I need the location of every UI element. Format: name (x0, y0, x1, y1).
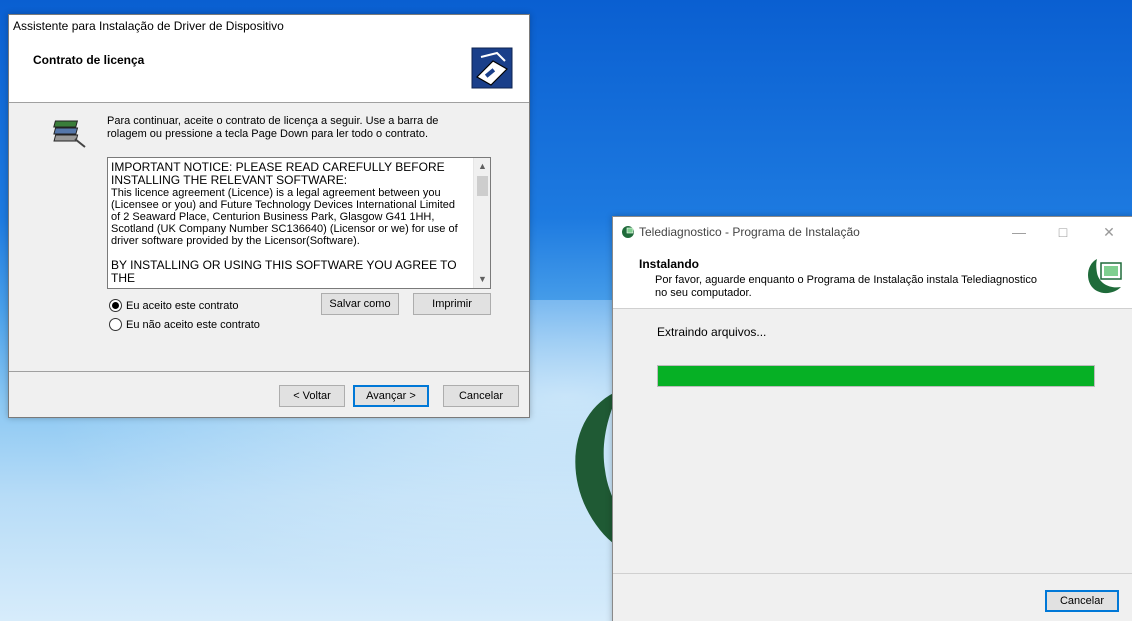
minimize-icon[interactable]: — (999, 221, 1039, 243)
app-logo-icon (622, 226, 634, 238)
license-textbox[interactable]: IMPORTANT NOTICE: PLEASE READ CAREFULLY … (107, 157, 491, 289)
next-button[interactable]: Avançar > (353, 385, 429, 407)
radio-decline-label: Eu não aceito este contrato (126, 318, 260, 331)
scroll-down-icon[interactable]: ▼ (474, 271, 490, 288)
save-as-button[interactable]: Salvar como (321, 293, 399, 315)
intro-line: rolagem ou pressione a tecla Page Down p… (107, 128, 429, 140)
page-title: Contrato de licença (33, 53, 145, 67)
scroll-up-icon[interactable]: ▲ (474, 158, 490, 175)
back-button[interactable]: < Voltar (279, 385, 345, 407)
radio-accept-label: Eu aceito este contrato (126, 299, 239, 312)
status-text: Extraindo arquivos... (657, 325, 767, 339)
license-line: INSTALLING THE RELEVANT SOFTWARE: (111, 173, 348, 187)
radio-decline-indicator[interactable] (109, 318, 122, 331)
license-line: This licence agreement (Licence) is a le… (111, 187, 441, 199)
radio-accept[interactable]: Eu aceito este contrato (109, 299, 239, 312)
license-line: Scotland (UK Company Number SC136640) (L… (111, 223, 458, 235)
print-button[interactable]: Imprimir (413, 293, 491, 315)
wizard-footer: < Voltar Avançar > Cancelar (9, 371, 529, 417)
license-scrollbar[interactable]: ▲ ▼ (473, 158, 490, 288)
wizard-body: Para continuar, aceite o contrato de lic… (9, 103, 529, 371)
header-subtitle-line: Por favor, aguarde enquanto o Programa d… (655, 274, 1037, 286)
radio-decline[interactable]: Eu não aceito este contrato (109, 318, 260, 331)
scroll-thumb[interactable] (477, 176, 488, 196)
setup-header: Instalando Por favor, aguarde enquanto o… (613, 247, 1132, 309)
telediagnostico-logo-icon (1088, 259, 1122, 294)
progress-bar (657, 365, 1095, 387)
license-line: BY INSTALLING OR USING THIS SOFTWARE YOU… (111, 258, 457, 285)
intro-text: Para continuar, aceite o contrato de lic… (107, 115, 467, 141)
license-line: (Licensee or you) and Future Technology … (111, 199, 456, 211)
setup-footer-divider (613, 573, 1132, 574)
maximize-icon[interactable]: □ (1043, 221, 1083, 243)
header-subtitle: Por favor, aguarde enquanto o Programa d… (655, 274, 1075, 300)
cancel-button[interactable]: Cancelar (443, 385, 519, 407)
window-title-bar[interactable]: Telediagnostico - Programa de Instalação… (613, 217, 1132, 247)
license-line: driver software provided by the Licensor… (111, 235, 360, 247)
intro-line: Para continuar, aceite o contrato de lic… (107, 115, 439, 127)
window-title-bar[interactable]: Assistente para Instalação de Driver de … (9, 15, 529, 39)
driver-wizard-window: Assistente para Instalação de Driver de … (8, 14, 530, 418)
installer-icon (471, 47, 513, 89)
window-title: Telediagnostico - Programa de Instalação (639, 225, 860, 239)
cancel-button[interactable]: Cancelar (1045, 590, 1119, 612)
page-title: Instalando (639, 257, 700, 271)
license-text: IMPORTANT NOTICE: PLEASE READ CAREFULLY … (111, 161, 469, 285)
license-line: of 2 Seaward Place, Centurion Business P… (111, 211, 435, 223)
wizard-header: Contrato de licença (9, 39, 529, 103)
window-title: Assistente para Instalação de Driver de … (13, 19, 284, 33)
radio-accept-indicator[interactable] (109, 299, 122, 312)
close-icon[interactable]: ✕ (1089, 221, 1129, 243)
license-books-icon (53, 120, 86, 148)
progress-fill (658, 366, 1094, 386)
setup-window: Telediagnostico - Programa de Instalação… (612, 216, 1132, 621)
header-subtitle-line: no seu computador. (655, 287, 752, 299)
